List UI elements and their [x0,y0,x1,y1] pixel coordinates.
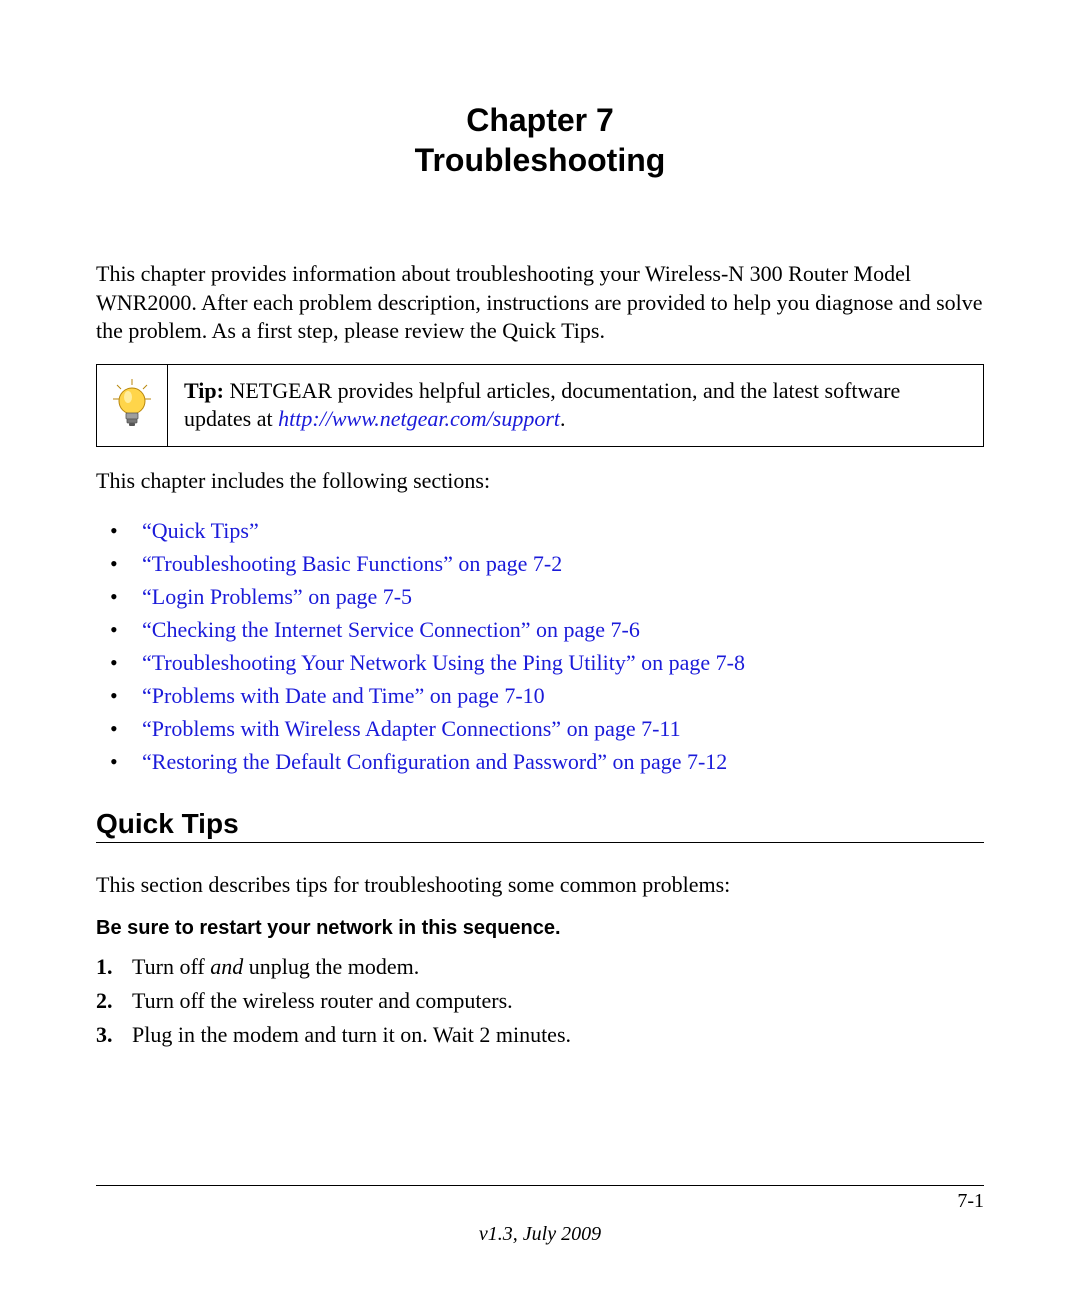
section-xref[interactable]: “Problems with Date and Time” on page 7-… [142,683,545,708]
quick-tips-intro: This section describes tips for troubles… [96,871,984,900]
chapter-name: Troubleshooting [96,140,984,180]
list-item: “Troubleshooting Your Network Using the … [96,646,984,679]
lightbulb-icon [109,377,155,433]
section-divider [96,842,984,843]
list-item: “Restoring the Default Configuration and… [96,745,984,778]
section-xref[interactable]: “Login Problems” on page 7-5 [142,584,412,609]
section-links-list: “Quick Tips” “Troubleshooting Basic Func… [96,514,984,778]
list-item: “Checking the Internet Service Connectio… [96,613,984,646]
list-item: “Login Problems” on page 7-5 [96,580,984,613]
list-item: “Troubleshooting Basic Functions” on pag… [96,547,984,580]
footer-divider [96,1185,984,1186]
document-page: Chapter 7 Troubleshooting This chapter p… [0,0,1080,1296]
section-xref[interactable]: “Checking the Internet Service Connectio… [142,617,640,642]
list-item: Turn off and unplug the modem. [96,950,984,984]
chapter-title-block: Chapter 7 Troubleshooting [96,100,984,180]
chapter-number: Chapter 7 [96,100,984,140]
doc-version: v1.3, July 2009 [96,1223,984,1246]
step-text: Plug in the modem and turn it on. Wait 2… [132,1022,571,1047]
list-item: “Quick Tips” [96,514,984,547]
quick-tips-heading: Quick Tips [96,808,984,840]
list-item: “Problems with Wireless Adapter Connecti… [96,712,984,745]
section-xref[interactable]: “Restoring the Default Configuration and… [142,749,727,774]
section-xref[interactable]: “Problems with Wireless Adapter Connecti… [142,716,681,741]
section-xref[interactable]: “Troubleshooting Your Network Using the … [142,650,745,675]
page-number: 7-1 [96,1190,984,1213]
tip-support-link[interactable]: http://www.netgear.com/support [278,406,560,431]
tip-label: Tip: [184,378,224,403]
step-text: Turn off the wireless router and compute… [132,988,513,1013]
restart-sequence-subhead: Be sure to restart your network in this … [96,917,984,940]
step-text-post: unplug the modem. [243,954,419,979]
section-xref[interactable]: “Troubleshooting Basic Functions” on pag… [142,551,562,576]
tip-trailing-period: . [560,406,566,431]
tip-icon-cell [97,365,168,446]
list-item: Plug in the modem and turn it on. Wait 2… [96,1018,984,1052]
sections-intro: This chapter includes the following sect… [96,467,984,496]
list-item: “Problems with Date and Time” on page 7-… [96,679,984,712]
tip-text: Tip: NETGEAR provides helpful articles, … [168,365,983,446]
tip-callout: Tip: NETGEAR provides helpful articles, … [96,364,984,447]
page-footer: 7-1 v1.3, July 2009 [96,1185,984,1246]
restart-sequence-list: Turn off and unplug the modem. Turn off … [96,950,984,1052]
step-text-pre: Turn off [132,954,210,979]
list-item: Turn off the wireless router and compute… [96,984,984,1018]
step-text-em: and [210,954,243,979]
section-xref[interactable]: “Quick Tips” [142,518,259,543]
intro-paragraph: This chapter provides information about … [96,260,984,346]
